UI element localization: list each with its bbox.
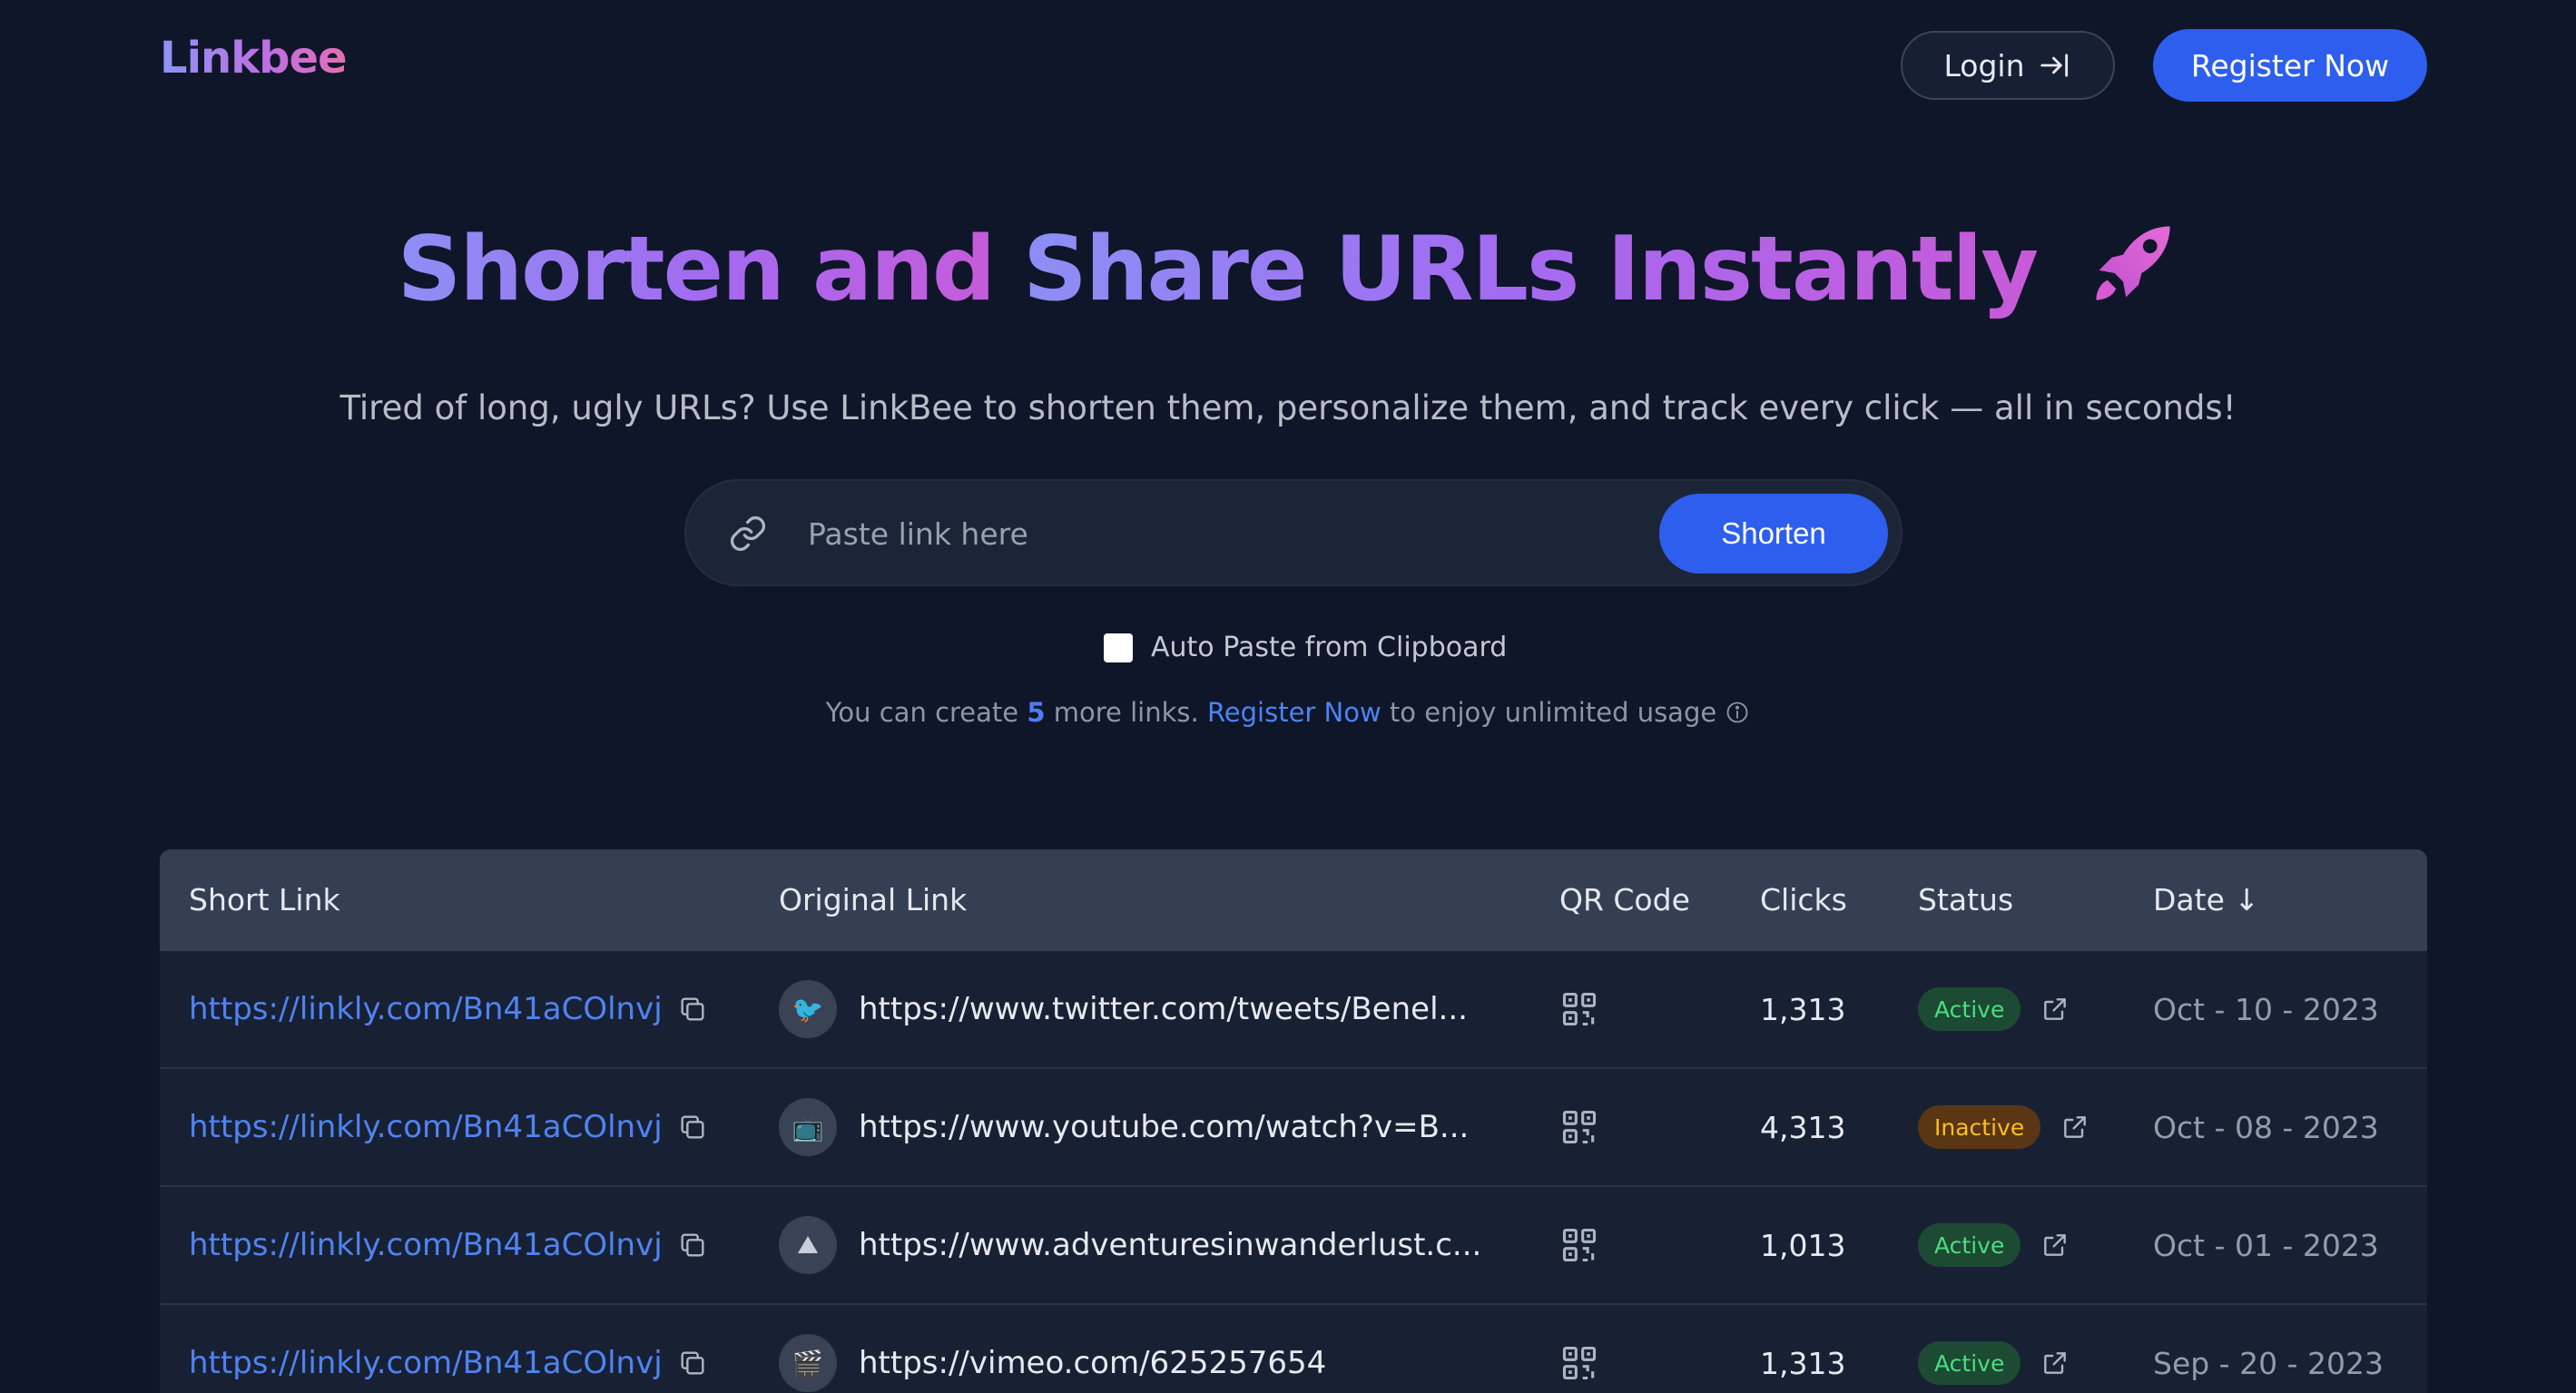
status-badge: Active [1918, 1341, 2021, 1385]
original-link-cell: 🎬 https://vimeo.com/625257654 [779, 1305, 1326, 1393]
date-cell: Sep - 20 - 2023 [2153, 1305, 2384, 1393]
status-cell: Active [1918, 951, 2070, 1067]
links-table: Short Link Original Link QR Code Clicks … [160, 849, 2427, 1393]
header-status: Status [1918, 882, 2014, 917]
limit-prefix: You can create [825, 697, 1027, 728]
external-link-icon[interactable] [2040, 1349, 2070, 1378]
date: Oct - 08 - 2023 [2153, 1109, 2379, 1145]
short-link-cell: https://linkly.com/Bn41aCOlnvj [189, 1069, 708, 1185]
status-badge: Active [1918, 1223, 2021, 1267]
register-link[interactable]: Register Now [1207, 697, 1381, 728]
short-link-cell: https://linkly.com/Bn41aCOlnvj [189, 1305, 708, 1393]
copy-icon[interactable] [677, 994, 708, 1025]
table-body: https://linkly.com/Bn41aCOlnvj 🐦 https:/… [160, 951, 2427, 1393]
logo[interactable]: Linkbee [160, 33, 348, 83]
qr-code-cell [1559, 951, 1599, 1067]
table-row: https://linkly.com/Bn41aCOlnvj 📺 https:/… [160, 1069, 2427, 1187]
qr-code-icon[interactable] [1559, 989, 1599, 1029]
shorten-button[interactable]: Shorten [1659, 494, 1888, 574]
date-cell: Oct - 08 - 2023 [2153, 1069, 2379, 1185]
short-link[interactable]: https://linkly.com/Bn41aCOlnvj [189, 1227, 663, 1263]
clicks-cell: 4,313 [1760, 1069, 1845, 1185]
date: Sep - 20 - 2023 [2153, 1345, 2384, 1381]
short-link-cell: https://linkly.com/Bn41aCOlnvj [189, 951, 708, 1067]
remaining-count: 5 [1027, 697, 1046, 728]
qr-code-cell [1559, 1305, 1599, 1393]
qr-code-icon[interactable] [1559, 1225, 1599, 1265]
login-label: Login [1943, 47, 2025, 83]
status-cell: Inactive [1918, 1069, 2089, 1185]
qr-code-cell [1559, 1069, 1599, 1185]
external-link-icon[interactable] [2040, 1231, 2070, 1260]
original-link[interactable]: https://www.twitter.com/tweets/Benel... [859, 991, 1468, 1027]
twitter-icon: 🐦 [779, 980, 837, 1038]
date: Oct - 01 - 2023 [2153, 1227, 2379, 1263]
header-short-link: Short Link [189, 882, 340, 917]
status-cell: Active [1918, 1187, 2070, 1303]
copy-icon[interactable] [677, 1112, 708, 1143]
status-badge: Active [1918, 987, 2021, 1031]
status-cell: Active [1918, 1305, 2070, 1393]
original-link-cell: ⛰ https://www.adventuresinwanderlust.c..… [779, 1187, 1481, 1303]
click-count: 1,313 [1760, 1345, 1846, 1381]
header-clicks: Clicks [1760, 882, 1847, 917]
original-link-cell: 📺 https://www.youtube.com/watch?v=B... [779, 1069, 1469, 1185]
youtube-icon: 📺 [779, 1098, 837, 1156]
qr-code-cell [1559, 1187, 1599, 1303]
clicks-cell: 1,313 [1760, 951, 1845, 1067]
status-badge: Inactive [1918, 1105, 2041, 1149]
external-link-icon[interactable] [2040, 995, 2070, 1024]
page: Linkbee Login Register Now Shorten and S… [0, 0, 2576, 1393]
hero-title-part1: Shorten and [397, 218, 1024, 321]
shorten-form: Shorten [684, 479, 1903, 586]
autopaste-toggle[interactable]: Auto Paste from Clipboard [1104, 632, 1507, 663]
info-icon[interactable] [1725, 700, 1750, 725]
hero-title: Shorten and Share URLs Instantly [0, 218, 2576, 321]
click-count: 1,313 [1760, 991, 1846, 1027]
table-row: https://linkly.com/Bn41aCOlnvj 🎬 https:/… [160, 1305, 2427, 1393]
autopaste-label: Auto Paste from Clipboard [1151, 632, 1508, 663]
login-arrow-icon [2040, 54, 2068, 77]
header-original-link: Original Link [779, 882, 968, 917]
clicks-cell: 1,013 [1760, 1187, 1845, 1303]
rocket-icon [2096, 226, 2170, 300]
click-count: 1,013 [1760, 1227, 1846, 1263]
copy-icon[interactable] [677, 1230, 708, 1261]
autopaste-checkbox[interactable] [1104, 633, 1133, 662]
original-link[interactable]: https://www.youtube.com/watch?v=B... [859, 1109, 1469, 1145]
hero-title-part2: Share URLs Instantly [1023, 218, 2039, 321]
header-qr-code: QR Code [1559, 882, 1690, 917]
table-header: Short Link Original Link QR Code Clicks … [160, 849, 2427, 951]
clicks-cell: 1,313 [1760, 1305, 1845, 1393]
hero-subtitle: Tired of long, ugly URLs? Use LinkBee to… [339, 388, 2237, 427]
qr-code-icon[interactable] [1559, 1343, 1599, 1383]
original-link[interactable]: https://www.adventuresinwanderlust.c... [859, 1227, 1481, 1263]
qr-code-icon[interactable] [1559, 1107, 1599, 1147]
link-input[interactable] [808, 508, 1425, 559]
short-link[interactable]: https://linkly.com/Bn41aCOlnvj [189, 1109, 663, 1145]
short-link[interactable]: https://linkly.com/Bn41aCOlnvj [189, 991, 663, 1027]
header-date-sort[interactable]: Date ↓ [2153, 882, 2259, 917]
date-cell: Oct - 10 - 2023 [2153, 951, 2379, 1067]
limit-suffix: to enjoy unlimited usage [1381, 697, 1717, 728]
mountain-icon: ⛰ [779, 1216, 837, 1274]
link-icon [731, 516, 765, 551]
register-button[interactable]: Register Now [2153, 29, 2427, 102]
short-link-cell: https://linkly.com/Bn41aCOlnvj [189, 1187, 708, 1303]
original-link-cell: 🐦 https://www.twitter.com/tweets/Benel..… [779, 951, 1468, 1067]
external-link-icon[interactable] [2060, 1113, 2089, 1142]
short-link[interactable]: https://linkly.com/Bn41aCOlnvj [189, 1345, 663, 1381]
vimeo-icon: 🎬 [779, 1334, 837, 1392]
limit-note: You can create 5 more links. Register No… [0, 697, 2576, 728]
click-count: 4,313 [1760, 1109, 1846, 1145]
table-row: https://linkly.com/Bn41aCOlnvj 🐦 https:/… [160, 951, 2427, 1069]
date: Oct - 10 - 2023 [2153, 991, 2379, 1027]
table-row: https://linkly.com/Bn41aCOlnvj ⛰ https:/… [160, 1187, 2427, 1305]
copy-icon[interactable] [677, 1348, 708, 1378]
original-link[interactable]: https://vimeo.com/625257654 [859, 1345, 1326, 1381]
date-cell: Oct - 01 - 2023 [2153, 1187, 2379, 1303]
limit-middle: more links. [1045, 697, 1207, 728]
login-button[interactable]: Login [1901, 31, 2115, 100]
